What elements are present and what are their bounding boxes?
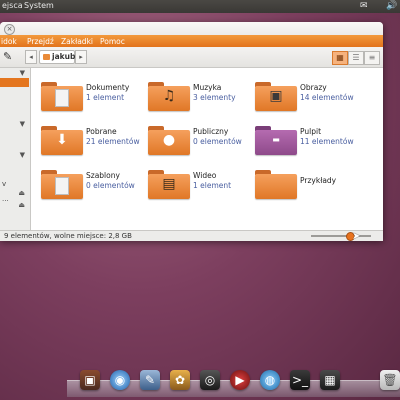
toolbar: ✎ ◂ jakub ▸ ▦ ☰ ≡	[0, 47, 383, 68]
system-menu[interactable]: System	[24, 1, 54, 10]
clapperboard-icon[interactable]: ▦	[320, 370, 340, 390]
folder-item-pictures[interactable]: ▣ Obrazy 14 elementów	[255, 82, 360, 112]
folder-count: 14 elementów	[300, 93, 354, 102]
eject-icon[interactable]: ⏏	[18, 189, 25, 197]
folder-item-video[interactable]: ▤ Wideo 1 element	[148, 170, 253, 200]
folder-count: 3 elementy	[193, 93, 236, 102]
folder-count: 0 elementów	[193, 137, 242, 146]
folder-count: 1 element	[193, 181, 232, 190]
user-icon: ●	[162, 132, 176, 148]
places-menu[interactable]: ejsca	[2, 1, 23, 10]
folder-item-templates[interactable]: Szablony 0 elementów	[41, 170, 146, 200]
compact-view-button[interactable]: ≡	[364, 51, 380, 65]
media-player-icon[interactable]: ▶	[230, 370, 250, 390]
envelope-icon[interactable]: ✉	[360, 1, 368, 11]
camera-icon[interactable]: ◎	[200, 370, 220, 390]
expand-arrow-icon[interactable]: ▼	[20, 120, 25, 128]
folder-name: Dokumenty	[86, 83, 130, 92]
window-titlebar[interactable]: ×	[0, 22, 383, 35]
close-icon[interactable]: ×	[4, 24, 15, 35]
top-panel: ejsca System ✉ 🔊	[0, 0, 400, 13]
folder-name: Muzyka	[193, 83, 222, 92]
templates-folder-icon	[41, 170, 83, 200]
desktop-app-icon[interactable]: ▣	[80, 370, 100, 390]
folder-count: 1 element	[86, 93, 125, 102]
folder-name: Przykłady	[300, 176, 337, 185]
folder-count: 21 elementów	[86, 137, 140, 146]
pencil-icon[interactable]: ✎	[3, 50, 17, 64]
menu-go[interactable]: Przejdź	[27, 37, 54, 46]
status-bar: 9 elementów, wolne miejsce: 2,8 GB	[0, 230, 383, 241]
desktop-symbol-icon: ▬	[272, 135, 280, 144]
documents-folder-icon	[41, 82, 83, 112]
trash-icon[interactable]: 🗑	[380, 370, 400, 390]
eject-icon[interactable]: ⏏	[18, 201, 25, 209]
folder-count: 0 elementów	[86, 181, 135, 190]
photo-icon: ▣	[269, 88, 283, 104]
menu-help[interactable]: Pomoc	[100, 37, 125, 46]
zoom-slider[interactable]	[311, 235, 371, 237]
template-icon	[55, 177, 69, 195]
back-button[interactable]: ◂	[25, 50, 37, 64]
folder-name: Pulpit	[300, 127, 322, 136]
sidebar-label-dots[interactable]: ...	[2, 195, 9, 203]
menu-bar: idok Przejdź Zakładki Pomoc	[0, 35, 383, 47]
folder-name: Szablony	[86, 171, 120, 180]
folder-item-downloads[interactable]: ⬇ Pobrane 21 elementów	[41, 126, 146, 156]
folder-name: Obrazy	[300, 83, 327, 92]
folder-name: Publiczny	[193, 127, 229, 136]
image-editor-icon[interactable]: ✿	[170, 370, 190, 390]
forward-button[interactable]: ▸	[75, 50, 87, 64]
sidebar-label-v[interactable]: v	[2, 180, 6, 188]
firefox-icon[interactable]: ◉	[110, 370, 130, 390]
download-arrow-icon: ⬇	[56, 132, 68, 148]
folder-name: Wideo	[193, 171, 217, 180]
volume-icon[interactable]: 🔊	[386, 1, 397, 11]
examples-folder-icon	[255, 170, 297, 200]
folder-item-desktop[interactable]: ▬ Pulpit 11 elementów	[255, 126, 360, 156]
folder-view: Dokumenty 1 element ♫ Muzyka 3 elementy …	[31, 68, 383, 231]
menu-bookmarks-partial[interactable]: idok	[1, 37, 17, 46]
status-text: 9 elementów, wolne miejsce: 2,8 GB	[4, 232, 132, 240]
video-folder-icon: ▤	[148, 170, 190, 200]
file-manager-window: × idok Przejdź Zakładki Pomoc ✎ ◂ jakub …	[0, 22, 383, 241]
home-folder-icon	[43, 54, 50, 60]
list-view-button[interactable]: ☰	[348, 51, 364, 65]
folder-item-music[interactable]: ♫ Muzyka 3 elementy	[148, 82, 253, 112]
folder-item-examples[interactable]: Przykłady	[255, 170, 360, 200]
menu-bookmarks[interactable]: Zakładki	[61, 37, 93, 46]
pictures-folder-icon: ▣	[255, 82, 297, 112]
folder-item-documents[interactable]: Dokumenty 1 element	[41, 82, 146, 112]
folder-name: Pobrane	[86, 127, 117, 136]
globe-icon[interactable]: ◍	[260, 370, 280, 390]
sidebar: ▼ ▼ ▼ v ⏏ ... ⏏	[0, 68, 31, 231]
music-note-icon: ♫	[162, 88, 176, 104]
icon-view-button[interactable]: ▦	[332, 51, 348, 65]
music-folder-icon: ♫	[148, 82, 190, 112]
document-icon	[55, 89, 69, 107]
public-folder-icon: ●	[148, 126, 190, 156]
downloads-folder-icon: ⬇	[41, 126, 83, 156]
film-strip-icon: ▤	[162, 176, 176, 192]
folder-count: 11 elementów	[300, 137, 354, 146]
mouse-cursor-icon: ➤	[352, 231, 361, 242]
expand-arrow-icon[interactable]: ▼	[20, 69, 25, 77]
sidebar-item-selected[interactable]	[0, 78, 29, 87]
breadcrumb-home[interactable]: jakub	[39, 50, 75, 64]
terminal-icon[interactable]: >_	[290, 370, 310, 390]
desktop-folder-icon: ▬	[255, 126, 297, 156]
bug-icon[interactable]: ✎	[140, 370, 160, 390]
expand-arrow-icon[interactable]: ▼	[20, 151, 25, 159]
folder-item-public[interactable]: ● Publiczny 0 elementów	[148, 126, 253, 156]
breadcrumb-label: jakub	[52, 52, 76, 61]
